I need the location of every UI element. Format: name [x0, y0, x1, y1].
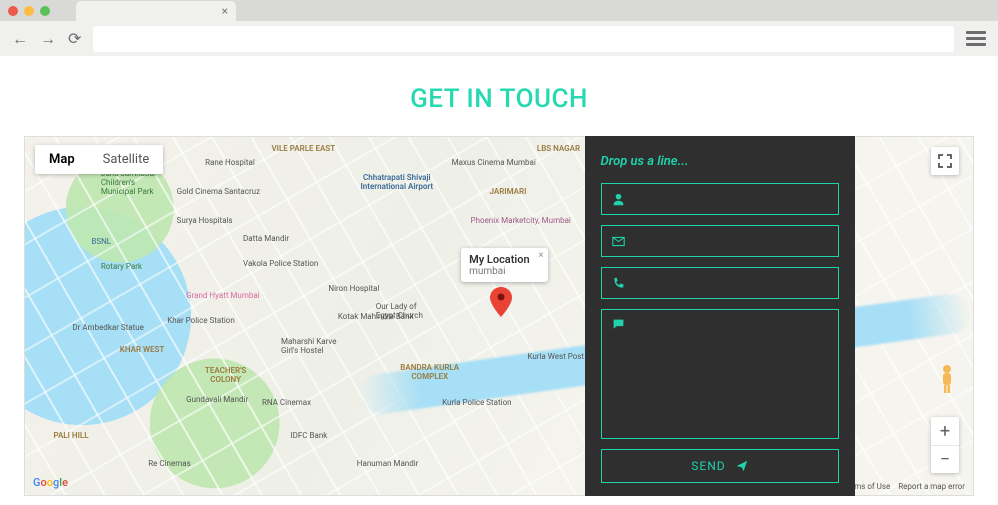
place-label: Gold Cinema Santacruz	[177, 187, 260, 196]
menu-button[interactable]	[966, 31, 986, 46]
forward-button[interactable]: →	[40, 29, 56, 49]
map-marker[interactable]	[490, 287, 512, 321]
map-type-map[interactable]: Map	[35, 145, 89, 174]
map-footer: Terms of Use Report a map error	[843, 482, 965, 491]
map-type-control: Map Satellite	[35, 145, 163, 174]
back-button[interactable]: ←	[12, 29, 28, 49]
place-label: Gundavali Mandir	[186, 395, 248, 404]
contact-form-panel: Drop us a line... SEND	[585, 136, 855, 496]
send-button[interactable]: SEND	[601, 449, 839, 483]
name-field[interactable]	[601, 183, 839, 215]
reload-button[interactable]: ⟳	[68, 29, 81, 48]
tab-bar: ×	[0, 0, 998, 21]
fullscreen-icon	[938, 154, 952, 168]
name-input[interactable]	[633, 192, 828, 206]
browser-tab[interactable]: ×	[76, 1, 236, 21]
place-label: Our Lady of Egypt Church	[376, 302, 436, 320]
message-field[interactable]	[601, 309, 839, 439]
zoom-control: + −	[931, 417, 959, 473]
zoom-out-button[interactable]: −	[931, 445, 959, 473]
place-label: Datta Mandir	[243, 234, 289, 243]
zoom-in-button[interactable]: +	[931, 417, 959, 445]
marker-icon	[490, 287, 512, 317]
content-area: VILE PARLE EAST Chhatrapati Shivaji Inte…	[24, 136, 974, 496]
email-field[interactable]	[601, 225, 839, 257]
form-heading: Drop us a line...	[601, 154, 839, 169]
envelope-icon	[612, 235, 625, 248]
place-label: Phoenix Marketcity, Mumbai	[471, 216, 571, 225]
pegman-icon	[935, 363, 959, 395]
tab-close-icon[interactable]: ×	[222, 4, 228, 18]
place-label: Dr Ambedkar Statue	[72, 323, 144, 332]
google-logo: Google	[33, 476, 68, 489]
report-link[interactable]: Report a map error	[898, 482, 965, 491]
place-label: Rotary Park	[101, 262, 142, 271]
place-label: KHAR WEST	[120, 345, 165, 354]
map-infowindow: × My Location mumbai	[461, 248, 548, 282]
phone-icon	[612, 277, 625, 290]
user-icon	[612, 193, 625, 206]
page-title: GET IN TOUCH	[24, 84, 974, 114]
place-label: RNA Cinemax	[262, 398, 311, 407]
place-label: Surya Hospitals	[177, 216, 233, 225]
place-label: JARIMARI	[490, 187, 527, 196]
place-label: Grand Hyatt Mumbai	[186, 291, 259, 300]
url-input[interactable]	[93, 26, 954, 52]
pegman-button[interactable]	[935, 363, 959, 395]
nav-bar: ← → ⟳	[0, 21, 998, 56]
email-input[interactable]	[633, 234, 828, 248]
infowindow-subtitle: mumbai	[469, 266, 530, 277]
paper-plane-icon	[736, 460, 748, 472]
phone-input[interactable]	[633, 276, 828, 290]
place-label: Khar Police Station	[167, 316, 235, 325]
infowindow-title: My Location	[469, 253, 530, 266]
place-label: BSNL	[91, 237, 111, 246]
place-label: Hanuman Mandir	[357, 459, 419, 468]
place-label: Niron Hospital	[328, 284, 379, 293]
place-label: Vakola Police Station	[243, 259, 318, 268]
map-type-satellite[interactable]: Satellite	[89, 145, 164, 174]
message-input[interactable]	[633, 318, 828, 346]
place-label: Kurla Police Station	[442, 398, 511, 407]
place-label: IDFC Bank	[290, 431, 327, 440]
place-label: TEACHER'S COLONY	[196, 366, 256, 384]
fullscreen-button[interactable]	[931, 147, 959, 175]
phone-field[interactable]	[601, 267, 839, 299]
place-label: BANDRA KURLA COMPLEX	[395, 363, 465, 381]
comment-icon	[612, 318, 625, 331]
page-content: GET IN TOUCH VILE PARLE EAST Chhatrapati…	[0, 56, 998, 496]
place-label: PALI HILL	[53, 431, 88, 440]
place-label: Chhatrapati Shivaji International Airpor…	[357, 173, 437, 191]
window-maximize-button[interactable]	[40, 6, 50, 16]
infowindow-close-button[interactable]: ×	[538, 250, 543, 261]
window-close-button[interactable]	[8, 6, 18, 16]
window-minimize-button[interactable]	[24, 6, 34, 16]
send-label: SEND	[691, 459, 725, 473]
browser-chrome: × ← → ⟳	[0, 0, 998, 56]
place-label: Maharshi Karve Girl's Hostel	[281, 337, 351, 355]
place-label: Re Cinemas	[148, 459, 190, 468]
place-label: Maxus Cinema Mumbai	[452, 158, 536, 167]
place-label: LBS NAGAR	[537, 144, 580, 153]
place-label: VILE PARLE EAST	[271, 144, 335, 153]
place-label: Rane Hospital	[205, 158, 255, 167]
